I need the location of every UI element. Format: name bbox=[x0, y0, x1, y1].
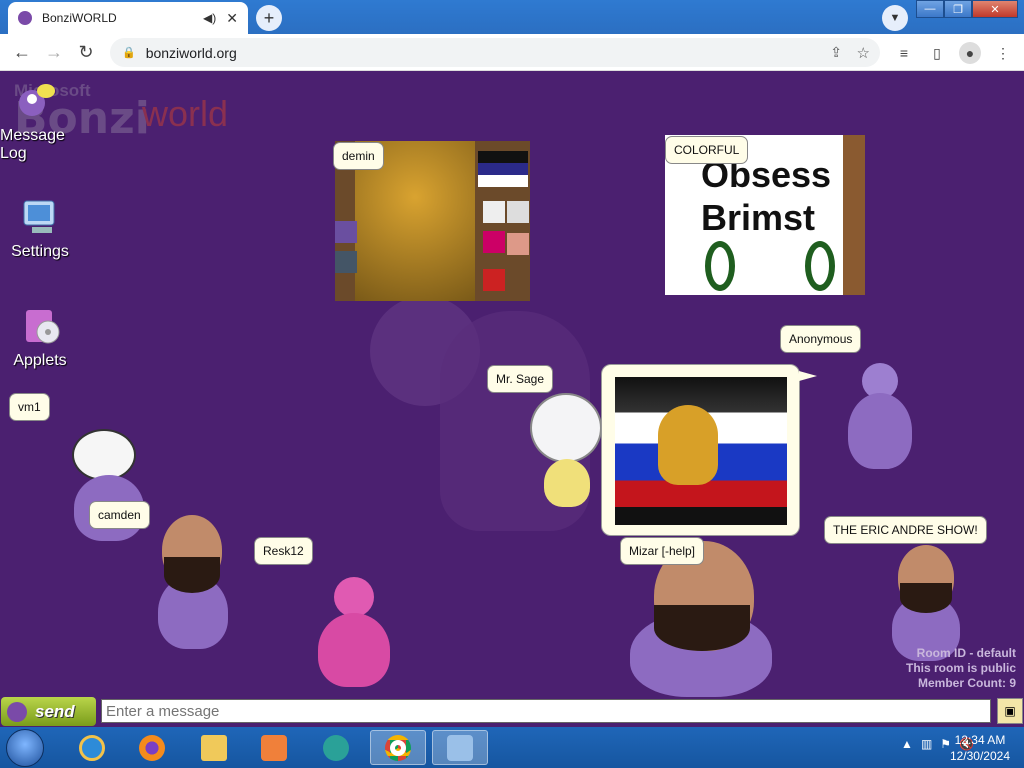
clock-time: 12:34 AM bbox=[954, 733, 1006, 747]
send-label: send bbox=[35, 701, 75, 721]
collage-tile bbox=[507, 233, 529, 255]
bonzi-taskbar-icon[interactable] bbox=[432, 730, 488, 765]
message-input[interactable] bbox=[101, 699, 991, 723]
show-hidden-icons-icon[interactable]: ▲ bbox=[901, 737, 913, 751]
address-bar[interactable]: 🔒 bonziworld.org ⇪ ☆ bbox=[110, 38, 880, 67]
user-bubble-anonymous: Anonymous bbox=[780, 325, 862, 353]
browser-tab[interactable]: BonziWORLD ◀) ✕ bbox=[8, 2, 248, 34]
bonzi-body bbox=[848, 393, 912, 469]
colorful-sign-text: Obsess Brimst bbox=[701, 153, 831, 239]
firefox-taskbar-icon[interactable] bbox=[124, 730, 180, 765]
speech-bubble-image bbox=[601, 364, 817, 536]
user-bubble-mizar: Mizar [-help] bbox=[620, 537, 705, 565]
user-bubble-mr-sage: Mr. Sage bbox=[487, 365, 554, 393]
taskbar-clock[interactable]: 12:34 AM 12/30/2024 bbox=[950, 732, 1010, 764]
collage-tile bbox=[507, 201, 529, 223]
clock-date: 12/30/2024 bbox=[949, 749, 1010, 763]
bonzi-send-icon bbox=[7, 701, 27, 722]
file-explorer-taskbar-icon[interactable] bbox=[186, 730, 242, 765]
beard bbox=[900, 583, 952, 613]
tab-title: BonziWORLD bbox=[42, 11, 117, 25]
wooden-pole bbox=[843, 135, 865, 295]
window-controls: — ❐ ✕ bbox=[916, 0, 1018, 18]
settings-label: Settings bbox=[11, 243, 69, 260]
logo-world: world bbox=[142, 93, 229, 134]
mr-sage-cat-character[interactable] bbox=[530, 393, 606, 513]
green-curve bbox=[705, 241, 735, 291]
media-player-taskbar-icon[interactable] bbox=[246, 730, 302, 765]
minimize-button[interactable]: — bbox=[916, 0, 944, 18]
sign-line-2: Brimst bbox=[701, 197, 816, 238]
applets-icon bbox=[18, 304, 62, 348]
menu-kebab-icon[interactable]: ⋮ bbox=[992, 42, 1014, 64]
room-public-text: This room is public bbox=[905, 661, 1016, 675]
close-window-button[interactable]: ✕ bbox=[972, 0, 1018, 18]
back-button[interactable]: ← bbox=[10, 40, 34, 64]
reload-button[interactable]: ↻ bbox=[74, 40, 98, 64]
room-info: Room ID - default This room is public Me… bbox=[906, 646, 1016, 691]
settings-shortcut[interactable]: Settings bbox=[8, 195, 72, 261]
applets-label: Applets bbox=[13, 352, 67, 369]
send-button[interactable]: send bbox=[1, 697, 96, 726]
collage-tile bbox=[483, 231, 505, 253]
bonziworld-page: Microsoft Bonzi world Message Log Settin… bbox=[0, 71, 1024, 697]
bonzi-favicon-icon bbox=[18, 11, 32, 25]
user-bubble-colorful: COLORFUL bbox=[665, 136, 749, 164]
collage-tile bbox=[335, 221, 357, 243]
windows-taskbar: ▲ ▥ ⚑ 🔇 12:34 AM 12/30/2024 bbox=[0, 727, 1024, 768]
user-bubble-camden: camden bbox=[89, 501, 150, 529]
bubble-tail bbox=[799, 371, 817, 381]
speaker-icon[interactable]: ◀) bbox=[203, 11, 216, 25]
collage-tile bbox=[483, 201, 505, 223]
bonzi-bearded-left[interactable] bbox=[152, 515, 234, 651]
bonzi-head bbox=[334, 577, 374, 617]
wmp-taskbar-icon[interactable] bbox=[308, 730, 364, 765]
address-text: bonziworld.org bbox=[145, 44, 237, 61]
message-log-label: Message Log bbox=[0, 127, 65, 162]
bonzi-anonymous[interactable] bbox=[842, 363, 918, 473]
message-log-shortcut[interactable]: Message Log bbox=[0, 79, 70, 163]
internet-explorer-taskbar-icon[interactable] bbox=[64, 730, 120, 765]
user-bubble-vm1: vm1 bbox=[9, 393, 50, 421]
collage-tile bbox=[335, 251, 357, 273]
user-bubble-eric: THE ERIC ANDRE SHOW! bbox=[824, 516, 987, 544]
share-icon[interactable]: ⇪ bbox=[830, 44, 842, 61]
browser-toolbar: ← → ↻ 🔒 bonziworld.org ⇪ ☆ ≡ ▯ ● ⋮ bbox=[0, 34, 1024, 71]
beard bbox=[164, 557, 220, 593]
chrome-taskbar-icon[interactable] bbox=[370, 730, 426, 765]
maximize-button[interactable]: ❐ bbox=[944, 0, 972, 18]
bonzi-resk12-pink[interactable] bbox=[314, 577, 394, 689]
troll-face bbox=[72, 429, 136, 481]
room-id-text: Room ID - default bbox=[916, 646, 1016, 660]
cat-body bbox=[544, 459, 590, 507]
user-bubble-resk12: Resk12 bbox=[254, 537, 313, 565]
applets-shortcut[interactable]: Applets bbox=[8, 304, 72, 370]
lock-icon[interactable]: 🔒 bbox=[122, 46, 136, 59]
side-panel-icon[interactable]: ▯ bbox=[926, 42, 948, 64]
collage-tile bbox=[483, 269, 505, 291]
close-tab-icon[interactable]: ✕ bbox=[226, 10, 238, 27]
user-bubble-demin: demin bbox=[333, 142, 384, 170]
new-tab-button[interactable]: + bbox=[256, 5, 282, 31]
coat-of-arms bbox=[658, 405, 718, 485]
settings-icon bbox=[18, 195, 62, 239]
beard bbox=[654, 605, 750, 651]
flag-image bbox=[478, 151, 528, 187]
network-icon[interactable]: ▥ bbox=[921, 737, 932, 751]
bookmark-star-icon[interactable]: ☆ bbox=[857, 44, 870, 62]
member-count-text: Member Count: 9 bbox=[917, 676, 1016, 690]
bonzi-body bbox=[318, 613, 390, 687]
browser-tab-strip: BonziWORLD ◀) ✕ + ▼ — ❐ ✕ bbox=[0, 0, 1024, 34]
green-curve bbox=[805, 241, 835, 291]
start-button[interactable] bbox=[6, 729, 44, 767]
cat-head bbox=[530, 393, 602, 463]
media-control-icon[interactable]: ≡ bbox=[893, 42, 915, 64]
chat-bar: send ▣ bbox=[0, 697, 1024, 727]
tab-search-button[interactable]: ▼ bbox=[882, 5, 908, 31]
forward-button[interactable]: → bbox=[42, 40, 66, 64]
attach-icon[interactable]: ▣ bbox=[997, 698, 1023, 724]
message-log-icon bbox=[14, 79, 58, 123]
profile-avatar-icon[interactable]: ● bbox=[959, 42, 981, 64]
